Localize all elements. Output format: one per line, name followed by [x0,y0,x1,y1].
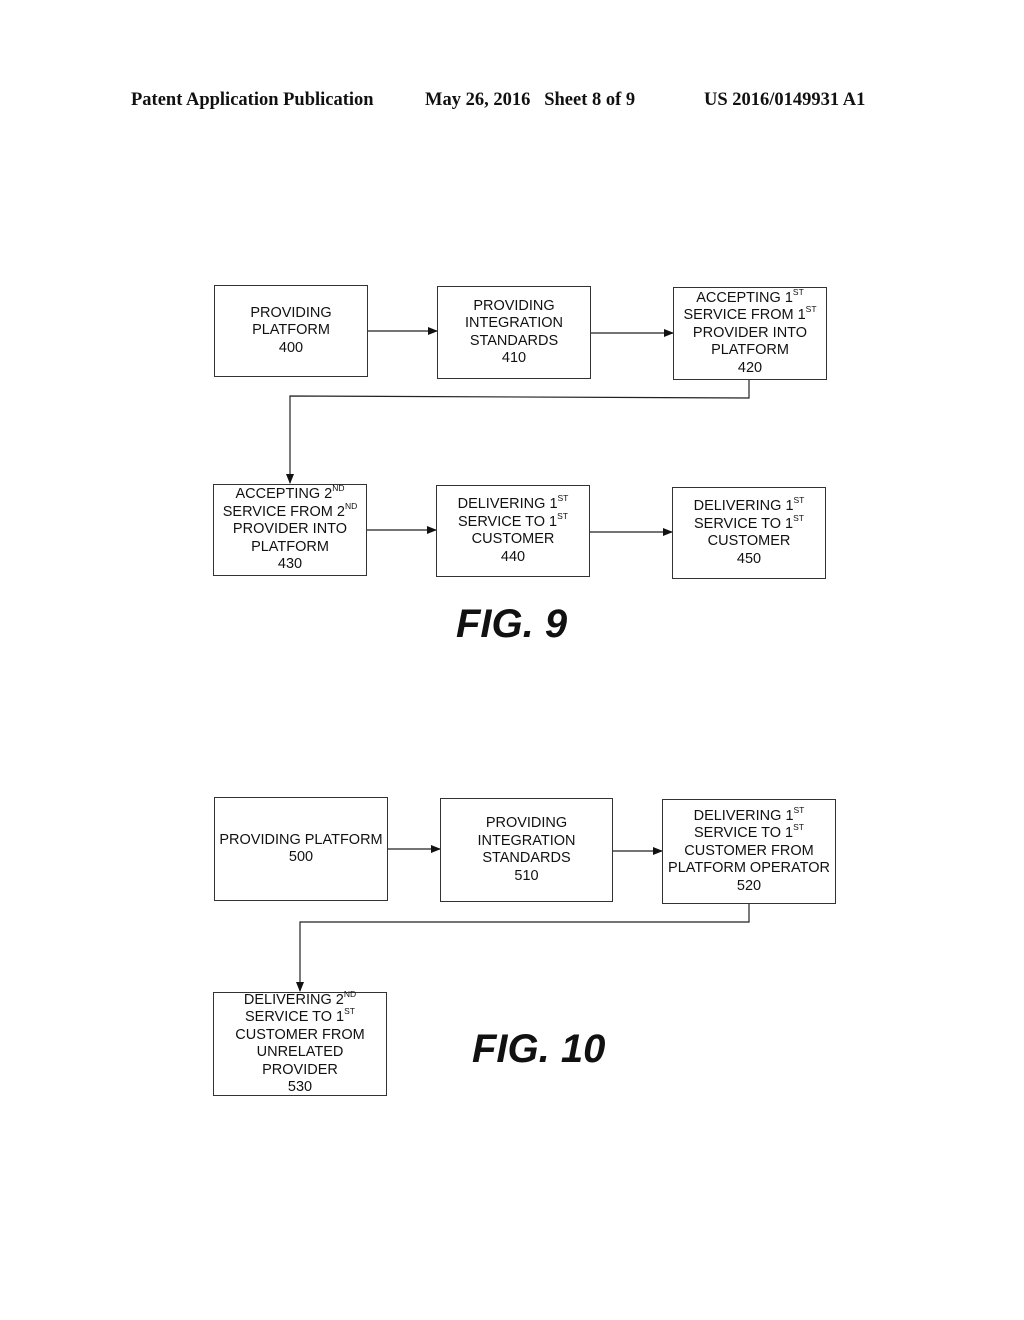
step-text-line: INTEGRATION [477,832,576,849]
step-box-520: DELIVERING 1ST SERVICE TO 1ST CUSTOMER FRO… [662,799,836,904]
step-text-line: SERVICE TO 1ST [693,822,804,842]
ordinal-suffix: ST [793,512,804,523]
step-text-line: DELIVERING 2ND [243,988,357,1008]
step-box-400: PROVIDING PLATFORM 400 [214,285,368,377]
step-reference-number: 530 [287,1079,313,1095]
publication-date-sheet: May 26, 2016 Sheet 8 of 9 [425,90,636,110]
step-text-line: SERVICE TO 1ST [244,1006,355,1025]
step-text-line: PLATFORM [711,342,789,359]
ordinal-suffix: ST [792,286,804,297]
step-text-line: PROVIDER [262,1061,338,1078]
ordinal-suffix: ND [343,988,357,999]
ordinal-suffix: ST [793,822,804,833]
step-text-line: ACCEPTING 1ST [696,286,804,306]
connectors [286,327,750,992]
publication-number: US 2016/0149931 A1 [704,90,866,110]
step-text-line: PROVIDING [250,304,332,321]
step-text-line: STANDARDS [482,850,571,866]
step-text-line: PLATFORM [251,538,329,555]
ordinal-suffix: ST [793,804,805,815]
step-text-line: INTEGRATION [464,315,563,331]
step-text-line: SERVICE FROM 1ST [683,304,817,324]
step-box-410: PROVIDING INTEGRATION STANDARDS 410 [437,286,591,379]
step-box-510: PROVIDING INTEGRATION STANDARDS 510 [440,798,613,902]
step-text-line: PROVIDING [485,815,568,831]
step-reference-number: 420 [737,359,763,376]
step-text-line: PROVIDER INTO [692,324,808,341]
step-box-530: DELIVERING 2ND SERVICE TO 1ST CUSTOMER FRO… [213,988,387,1096]
step-text-line: DELIVERING 1ST [693,804,805,824]
step-text-line: PROVIDING PLATFORM [219,831,383,848]
ordinal-suffix: ST [793,495,805,506]
step-reference-number: 400 [278,339,304,356]
ordinal-suffix: ST [557,493,569,504]
figure-label-10: FIG. 10 [472,1027,606,1071]
step-text-line: SERVICE TO 1ST [693,512,804,532]
step-reference-number: 410 [501,350,527,366]
publication-type: Patent Application Publication [131,90,374,110]
step-text-line: SERVICE FROM 2ND [222,500,358,520]
step-reference-number: 450 [736,550,762,567]
step-text-line: DELIVERING 1ST [457,493,569,512]
step-box-450: DELIVERING 1ST SERVICE TO 1ST CUSTOMER 450 [672,487,826,579]
arrow-520-to-530 [296,904,750,992]
step-box-420: ACCEPTING 1ST SERVICE FROM 1ST PROVIDER IN… [673,287,827,380]
step-text-line: STANDARDS [469,332,559,349]
step-reference-number: 500 [288,849,314,865]
step-text-line: PROVIDER INTO [232,521,348,538]
step-text-line: SERVICE TO 1ST [457,510,568,530]
step-reference-number: 440 [500,548,526,565]
step-text-line: CUSTOMER FROM [235,1026,365,1043]
step-text-line: CUSTOMER FROM [684,842,814,859]
step-reference-number: 520 [736,877,762,894]
step-box-430: ACCEPTING 2ND SERVICE FROM 2ND PROVIDER IN… [213,484,367,576]
step-box-500: PROVIDING PLATFORM 500 [214,797,388,901]
ordinal-suffix: ND [332,483,345,494]
step-text-line: UNRELATED [256,1044,344,1060]
arrow-420-to-430 [286,380,750,484]
step-reference-number: 430 [277,556,303,573]
step-text-line: CUSTOMER [471,531,555,547]
ordinal-suffix: ST [557,510,568,521]
step-text-line: ACCEPTING 2ND [235,483,345,503]
figure-label-9: FIG. 9 [456,602,568,646]
step-text-line: CUSTOMER [707,533,791,549]
step-text-line: PROVIDING [473,297,555,314]
ordinal-suffix: ND [344,500,358,511]
ordinal-suffix: ST [344,1006,355,1017]
step-text-line: PLATFORM [252,322,330,339]
ordinal-suffix: ST [805,304,817,315]
step-text-line: DELIVERING 1ST [693,495,805,514]
step-text-line: PLATFORM OPERATOR [668,860,830,877]
step-box-440: DELIVERING 1ST SERVICE TO 1ST CUSTOMER 440 [436,485,590,577]
step-reference-number: 510 [514,867,539,884]
